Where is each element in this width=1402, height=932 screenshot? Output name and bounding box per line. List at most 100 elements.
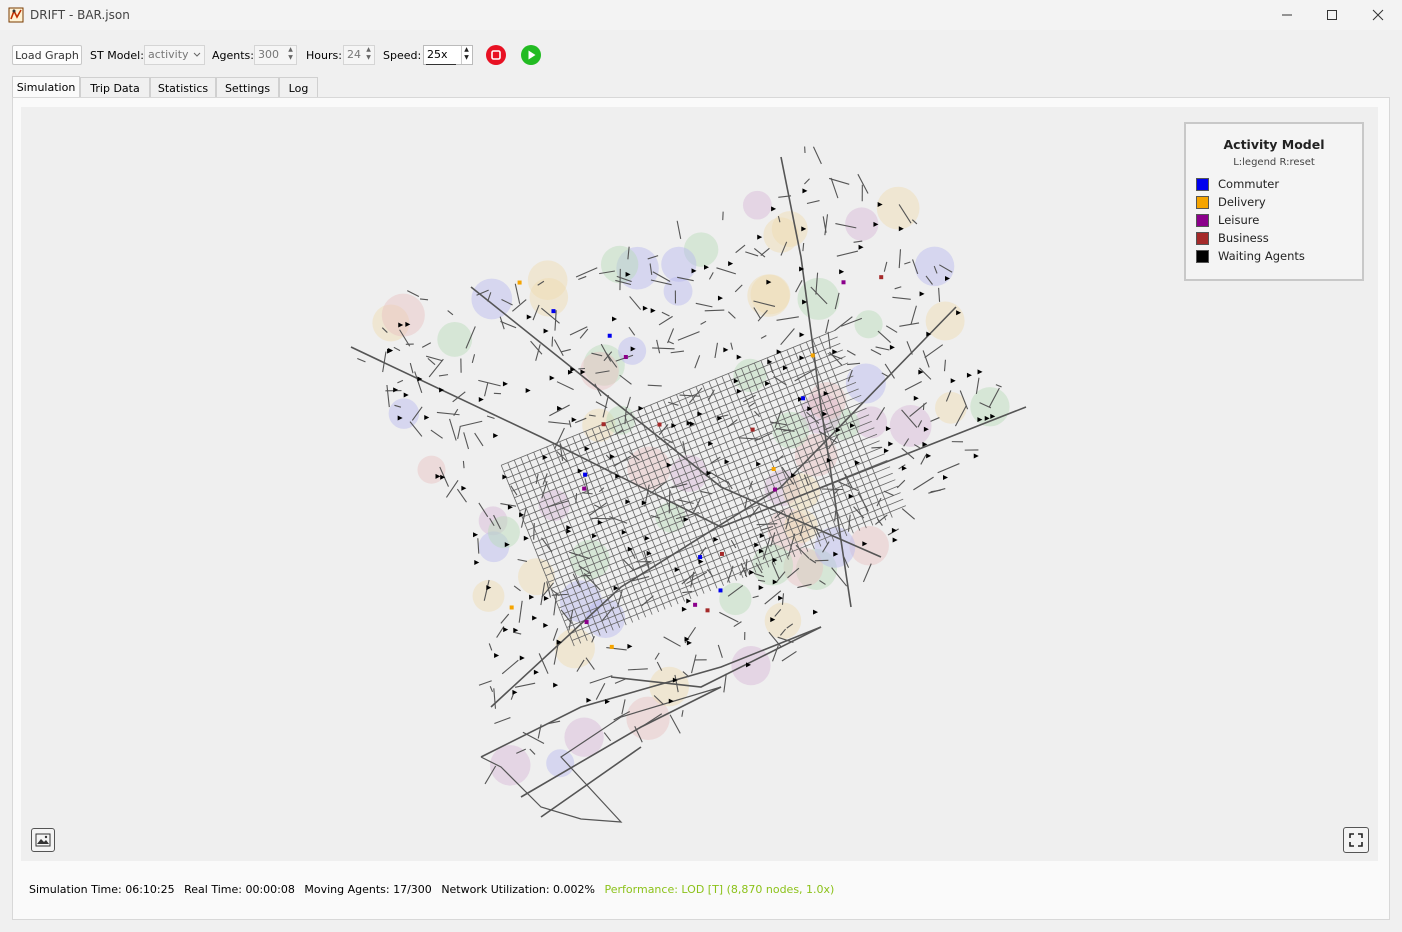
coverage-zone	[388, 398, 420, 429]
road	[913, 476, 934, 491]
window-title: DRIFT - BAR.json	[30, 8, 130, 22]
road	[514, 682, 536, 688]
maximize-button[interactable]	[1309, 0, 1355, 30]
speed-label: Speed:	[383, 49, 422, 62]
road	[569, 326, 588, 336]
legend-swatch	[1196, 178, 1209, 191]
waiting-agent	[913, 395, 919, 401]
road	[486, 415, 495, 420]
legend-swatch	[1196, 250, 1209, 263]
road	[658, 315, 673, 326]
agents-spinbox[interactable]: 300 ▲ ▼	[254, 45, 297, 65]
minimize-button[interactable]	[1264, 0, 1310, 30]
fullscreen-button[interactable]	[1343, 827, 1369, 853]
road	[500, 613, 510, 624]
legend-hint: L:legend R:reset	[1233, 157, 1315, 168]
waiting-agent	[403, 392, 409, 398]
road	[529, 748, 536, 755]
road	[780, 328, 795, 346]
moving-agent	[657, 422, 662, 427]
waiting-agent	[566, 528, 572, 534]
road	[695, 302, 713, 308]
road	[681, 710, 684, 717]
waiting-agent	[723, 347, 729, 353]
tab-simulation[interactable]: Simulation	[12, 76, 80, 98]
road	[463, 432, 470, 450]
road	[919, 367, 932, 380]
tab-trip-data[interactable]: Trip Data	[80, 77, 150, 98]
moving-agent	[509, 605, 514, 610]
road	[937, 463, 960, 474]
spin-arrows-icon[interactable]: ▲ ▼	[461, 46, 471, 64]
hours-spinbox[interactable]: 24 ▲ ▼	[343, 45, 375, 65]
close-button[interactable]	[1355, 0, 1401, 30]
spin-arrows-icon[interactable]: ▲ ▼	[364, 46, 373, 64]
minimize-icon	[1282, 14, 1292, 16]
road	[582, 492, 593, 495]
road	[514, 283, 521, 304]
waiting-agent	[533, 669, 539, 675]
moving-agent	[607, 333, 612, 338]
road	[656, 339, 661, 354]
road	[721, 375, 796, 558]
tab-log[interactable]: Log	[279, 77, 318, 98]
waiting-agent	[799, 332, 805, 338]
road	[621, 699, 626, 715]
road	[760, 335, 767, 339]
st-model-label: ST Model:	[90, 49, 144, 62]
road	[517, 558, 528, 562]
road	[883, 490, 895, 496]
moving-agent	[801, 396, 806, 401]
st-model-select[interactable]: activity	[144, 45, 205, 65]
waiting-agent	[950, 378, 956, 384]
road	[676, 220, 682, 239]
waiting-agent	[543, 595, 549, 601]
road	[922, 350, 930, 368]
road	[716, 267, 737, 275]
road	[629, 296, 642, 310]
coverage-zone	[487, 516, 520, 549]
road	[727, 311, 736, 319]
waiting-agent	[671, 423, 677, 429]
road	[493, 688, 497, 709]
road	[551, 336, 554, 347]
waiting-agent	[542, 454, 548, 460]
road	[733, 621, 742, 628]
road	[430, 429, 443, 439]
agents-label: Agents:	[212, 49, 254, 62]
road	[892, 296, 911, 300]
road	[802, 242, 805, 252]
moving-agent	[705, 608, 710, 613]
road	[506, 343, 841, 479]
road	[503, 336, 838, 473]
road-network-map[interactable]	[21, 107, 1378, 861]
load-graph-button[interactable]: Load Graph	[12, 45, 82, 65]
coverage-zone	[471, 278, 513, 320]
road	[609, 516, 628, 524]
play-button[interactable]	[520, 44, 542, 66]
waiting-agent	[612, 316, 617, 322]
legend[interactable]: Activity Model L:legend R:reset Commuter…	[1184, 122, 1364, 281]
moving-agent	[750, 427, 755, 432]
maximize-icon	[1327, 10, 1337, 20]
road	[575, 493, 578, 504]
coverage-zone	[935, 391, 967, 424]
stop-button[interactable]	[485, 44, 507, 66]
road	[728, 373, 802, 555]
export-image-button[interactable]	[31, 828, 55, 852]
legend-label: Business	[1218, 231, 1269, 245]
road	[535, 473, 539, 484]
tab-settings[interactable]: Settings	[216, 77, 279, 98]
tab-statistics[interactable]: Statistics	[150, 77, 216, 98]
waiting-agent	[584, 446, 590, 452]
road	[397, 379, 404, 384]
road	[663, 636, 681, 647]
map-canvas[interactable]	[21, 107, 1378, 861]
road	[627, 668, 648, 671]
spin-arrows-icon[interactable]: ▲ ▼	[286, 46, 295, 64]
road	[804, 178, 810, 185]
coverage-zone	[845, 363, 886, 404]
waiting-agent	[638, 405, 644, 411]
road	[904, 261, 911, 265]
speed-spinbox[interactable]: 25x ▲ ▼	[423, 45, 473, 65]
